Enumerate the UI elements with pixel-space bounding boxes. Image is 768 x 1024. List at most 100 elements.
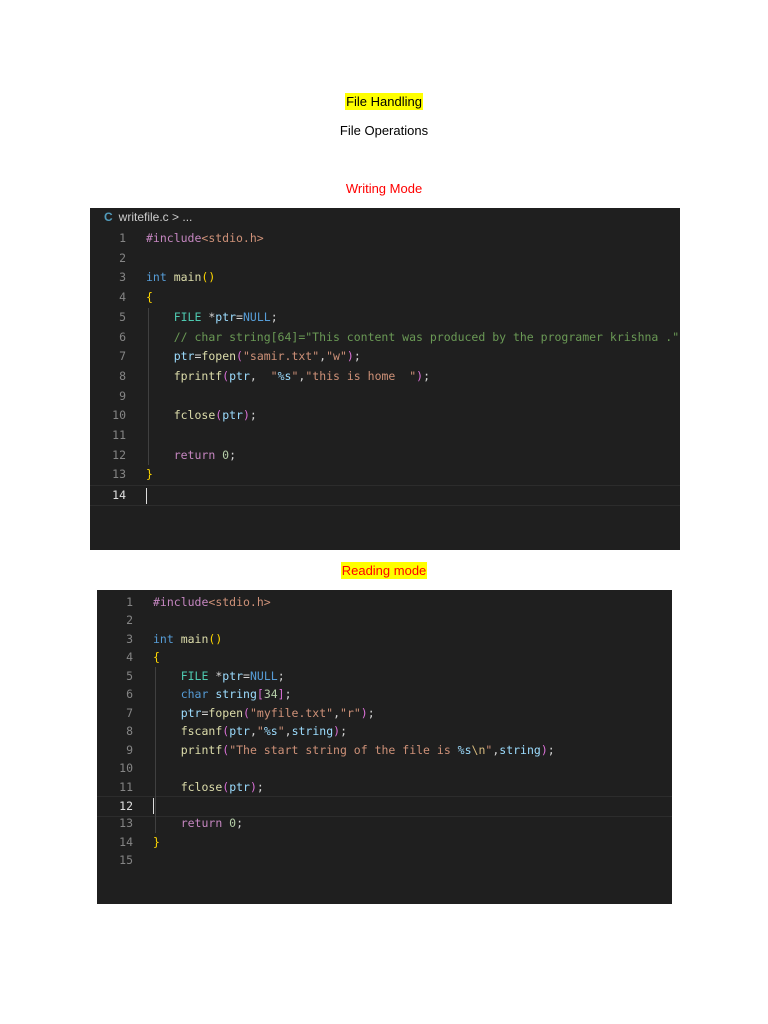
line-number: 13 bbox=[119, 816, 133, 831]
code-text: #include<stdio.h> bbox=[146, 229, 264, 248]
line-number: 6 bbox=[126, 687, 133, 702]
line-number: 9 bbox=[119, 388, 126, 403]
code-token: fopen bbox=[208, 705, 244, 720]
code-text: // char string[64]="This content was pro… bbox=[146, 328, 680, 347]
code-line: 9 bbox=[90, 387, 680, 406]
code-text: { bbox=[146, 288, 153, 307]
writing-mode-text: Writing Mode bbox=[345, 181, 423, 196]
line-number: 8 bbox=[119, 368, 126, 383]
code-line: 4{ bbox=[97, 648, 672, 667]
code-token: " bbox=[277, 724, 285, 739]
line-number: 12 bbox=[112, 447, 126, 462]
code-text: fclose(ptr); bbox=[153, 778, 264, 797]
code-token: FILE bbox=[180, 668, 216, 683]
code-token: NULL bbox=[249, 668, 278, 683]
code-token: ) bbox=[540, 742, 548, 757]
code-text: fclose(ptr); bbox=[146, 406, 257, 425]
code-line: 13} bbox=[90, 465, 680, 484]
code-token: main bbox=[173, 270, 202, 285]
code-token: } bbox=[146, 467, 153, 482]
code-token: ; bbox=[340, 724, 347, 739]
code-text: char string[34]; bbox=[153, 685, 292, 704]
code-token: ( bbox=[243, 705, 250, 720]
code-token: " bbox=[256, 724, 264, 739]
code-token: () bbox=[208, 631, 223, 646]
code-token: ; bbox=[236, 816, 244, 831]
code-line: 2 bbox=[97, 611, 672, 630]
code-token: %s bbox=[457, 742, 472, 757]
code-line: 9 printf("The start string of the file i… bbox=[97, 741, 672, 760]
code-line: 14} bbox=[97, 833, 672, 852]
code-token: <stdio.h> bbox=[208, 595, 271, 609]
code-token: " bbox=[270, 368, 278, 383]
code-token: ) bbox=[242, 408, 250, 423]
code-token: ) bbox=[360, 705, 368, 720]
code-line: 8 fscanf(ptr,"%s",string); bbox=[97, 722, 672, 741]
code-token: ; bbox=[353, 349, 361, 364]
code-text: } bbox=[153, 833, 160, 852]
code-line: 10 bbox=[97, 759, 672, 778]
reading-mode-code-screenshot: 1 #include<stdio.h> 2 3 int main() 4{5 FILE *… bbox=[97, 590, 672, 904]
code-text: ptr=fopen("myfile.txt","r"); bbox=[153, 704, 375, 723]
code-token: return bbox=[173, 447, 223, 462]
code-token: ( bbox=[236, 349, 243, 364]
code-token: \n bbox=[471, 742, 486, 757]
line-number: 2 bbox=[119, 250, 126, 265]
code-token: [ bbox=[256, 687, 264, 702]
writing-mode-code-screenshot: Cwritefile.c > ... 1 #include<stdio.h> 2 3 i… bbox=[90, 208, 680, 550]
code-line: 1 #include<stdio.h> bbox=[97, 593, 672, 612]
code-line: 7 ptr=fopen("samir.txt","w"); bbox=[90, 347, 680, 366]
code-token: { bbox=[146, 290, 153, 305]
code-token: ; bbox=[423, 368, 430, 383]
code-line: 3 int main() bbox=[90, 268, 680, 287]
subtitle-heading: File Operations bbox=[0, 123, 768, 138]
code-line: 5 FILE *ptr=NULL; bbox=[97, 667, 672, 686]
indent-guide bbox=[148, 307, 149, 466]
code-token: fclose bbox=[180, 779, 223, 794]
indent-guide bbox=[155, 666, 156, 833]
code-token: 34 bbox=[263, 687, 278, 702]
code-token: main bbox=[180, 631, 209, 646]
text-cursor bbox=[153, 798, 154, 815]
text-cursor bbox=[146, 487, 147, 504]
code-token: fopen bbox=[201, 349, 237, 364]
line-number: 7 bbox=[126, 705, 133, 720]
line-number: 1 bbox=[119, 231, 126, 245]
reading-mode-heading: Reading mode bbox=[0, 562, 768, 579]
code-token: } bbox=[153, 834, 160, 849]
code-line: 11 bbox=[90, 426, 680, 445]
code-token: string bbox=[499, 742, 541, 757]
code-token: , bbox=[249, 724, 257, 739]
breadcrumb-rest: > ... bbox=[172, 210, 193, 224]
code-line: 4{ bbox=[90, 288, 680, 307]
code-token: ; bbox=[249, 408, 257, 423]
code-line: 6 // char string[64]="This content was p… bbox=[90, 328, 680, 347]
code-line: 6 char string[34]; bbox=[97, 685, 672, 704]
code-text: fprintf(ptr, "%s","this is home "); bbox=[146, 367, 430, 386]
code-token: ptr bbox=[180, 705, 202, 720]
line-number: 12 bbox=[119, 798, 133, 813]
code-token: ) bbox=[346, 349, 354, 364]
code-token: , bbox=[333, 705, 341, 720]
code-line: 12 return 0; bbox=[90, 446, 680, 465]
code-text: printf("The start string of the file is … bbox=[153, 741, 555, 760]
code-token: // char string[64]="This content was pro… bbox=[173, 329, 680, 344]
code-token: ; bbox=[547, 742, 555, 757]
code-token: NULL bbox=[242, 309, 271, 324]
line-number: 11 bbox=[112, 428, 126, 442]
code-token: ptr bbox=[229, 724, 250, 739]
line-number: 4 bbox=[126, 650, 133, 665]
code-token: { bbox=[153, 650, 160, 665]
code-token: "w" bbox=[326, 349, 347, 364]
code-token: ; bbox=[229, 447, 237, 462]
code-token: ; bbox=[270, 309, 278, 324]
code-text: FILE *ptr=NULL; bbox=[146, 308, 278, 327]
